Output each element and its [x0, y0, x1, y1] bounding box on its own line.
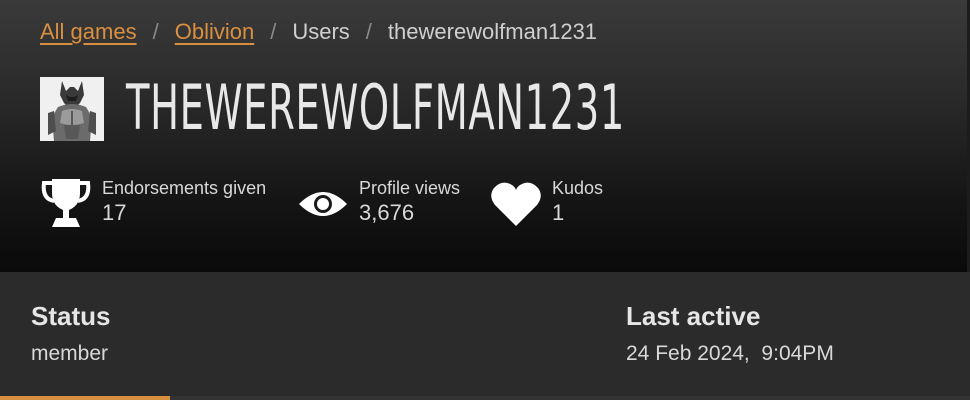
stat-value: 1 [552, 200, 565, 225]
last-active-section: Last active 24 Feb 2024, 9:04PM [626, 300, 834, 368]
werewolf-avatar-icon [40, 77, 104, 141]
breadcrumb-separator: / [152, 19, 159, 44]
tab-bar [0, 396, 970, 400]
profile-header: All games / Oblivion / Users / thewerewo… [0, 0, 970, 272]
breadcrumb-separator: / [365, 19, 372, 44]
stat-kudos: Kudos 1 [488, 176, 603, 232]
stat-profile-views: Profile views 3,676 [295, 176, 460, 232]
breadcrumb-all-games[interactable]: All games [40, 19, 137, 45]
breadcrumb-current-user: thewerewolfman1231 [387, 19, 598, 44]
status-value: member [31, 342, 109, 365]
breadcrumb-separator: / [270, 19, 277, 44]
avatar[interactable] [40, 77, 104, 141]
stat-label: Kudos [552, 178, 604, 198]
breadcrumb-oblivion[interactable]: Oblivion [175, 19, 254, 45]
stat-value: 3,676 [359, 200, 415, 225]
tab-active-indicator[interactable] [0, 396, 170, 400]
status-heading: Status [31, 301, 111, 331]
stat-label: Profile views [359, 178, 461, 198]
eye-icon [295, 176, 351, 232]
profile-username: THEWEREWOLFMAN1231 [126, 71, 625, 144]
last-active-value: 24 Feb 2024, 9:04PM [626, 342, 834, 365]
stat-label: Endorsements given [102, 178, 267, 198]
heart-icon [488, 176, 544, 232]
trophy-icon [38, 176, 94, 232]
breadcrumb: All games / Oblivion / Users / thewerewo… [40, 18, 597, 46]
last-active-heading: Last active [626, 301, 761, 331]
status-section: Status member [31, 300, 110, 368]
stat-value: 17 [102, 200, 127, 225]
stat-endorsements: Endorsements given 17 [38, 176, 266, 232]
breadcrumb-users: Users [292, 19, 350, 44]
